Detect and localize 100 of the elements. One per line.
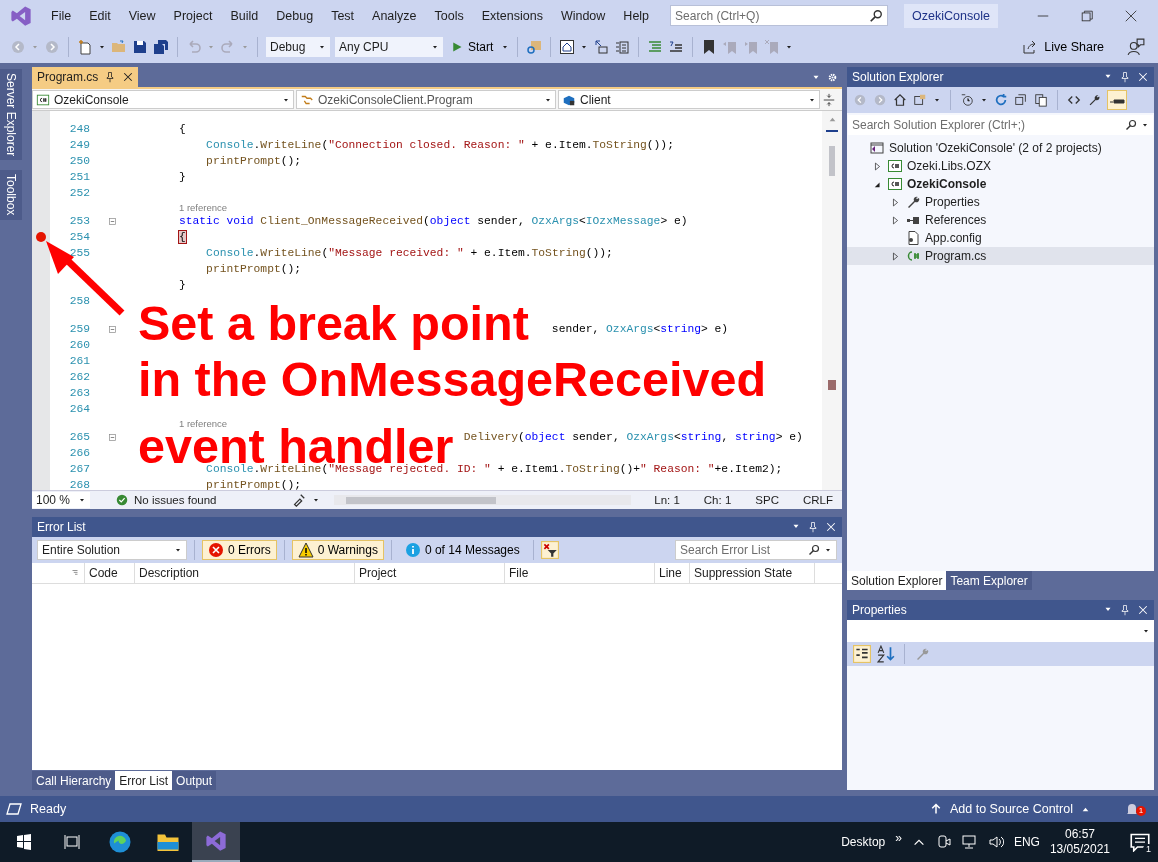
- dropdown-caret-icon[interactable]: [98, 43, 106, 51]
- solution-name[interactable]: OzekiConsole: [904, 3, 998, 28]
- tree-item[interactable]: Solution 'OzekiConsole' (2 of 2 projects): [889, 141, 1102, 155]
- column-header[interactable]: File: [509, 566, 529, 580]
- menu-item[interactable]: Help: [614, 8, 659, 23]
- menu-item[interactable]: Test: [322, 8, 364, 23]
- panel-tab[interactable]: Output: [172, 771, 217, 790]
- browser-icon[interactable]: [108, 830, 132, 854]
- filter-button[interactable]: 0 Errors: [202, 540, 277, 560]
- reference-count[interactable]: 1 reference: [179, 417, 228, 429]
- network-icon[interactable]: [961, 834, 978, 850]
- toolbar-overflow[interactable]: »: [895, 831, 902, 845]
- breakpoint-dot[interactable]: [36, 232, 46, 242]
- save-icon[interactable]: [132, 39, 148, 55]
- cleanup-icon[interactable]: [292, 493, 306, 507]
- column-header[interactable]: Project: [359, 566, 397, 580]
- dropdown-caret-icon[interactable]: [431, 43, 439, 51]
- search-field[interactable]: Search (Ctrl+Q): [671, 6, 888, 25]
- panel-tab[interactable]: Team Explorer: [946, 571, 1032, 590]
- history-icon[interactable]: [960, 93, 974, 107]
- restore-icon[interactable]: [1080, 8, 1094, 23]
- categorized-icon[interactable]: [853, 645, 871, 663]
- menu-item[interactable]: Extensions: [472, 8, 552, 23]
- dropdown-caret-icon[interactable]: [78, 496, 86, 504]
- menu-item[interactable]: Tools: [425, 8, 473, 23]
- tree-item[interactable]: OzekiConsole: [907, 177, 987, 191]
- refresh-icon[interactable]: [994, 93, 1008, 107]
- switch-views-icon[interactable]: [913, 93, 927, 107]
- project-dropdown[interactable]: OzekiConsole: [32, 90, 294, 109]
- side-tab[interactable]: Server Explorer: [0, 69, 22, 161]
- document-tab[interactable]: Program.cs: [32, 67, 139, 87]
- source-control-button[interactable]: Add to Source Control: [924, 801, 1096, 817]
- filter-button[interactable]: 0 Warnings: [291, 540, 384, 560]
- dropdown-caret-icon[interactable]: [174, 546, 182, 554]
- panel-tab[interactable]: Solution Explorer: [847, 571, 947, 590]
- sort-alphabetical-icon[interactable]: [877, 645, 895, 663]
- tree-item[interactable]: Properties: [925, 195, 980, 209]
- horizontal-scrollbar[interactable]: [334, 495, 632, 505]
- live-share-button[interactable]: Live Share: [1015, 38, 1110, 56]
- copy-icon[interactable]: [1034, 93, 1048, 107]
- collapse-icon[interactable]: [106, 215, 118, 227]
- collapse-icon[interactable]: [106, 431, 118, 443]
- column-header[interactable]: Code: [89, 566, 118, 580]
- home-icon[interactable]: [893, 93, 907, 107]
- input-language[interactable]: ENG: [1013, 835, 1040, 849]
- wrench-icon[interactable]: [1087, 93, 1101, 107]
- tree-item[interactable]: References: [925, 213, 987, 227]
- object-dropdown-icon[interactable]: [1142, 627, 1150, 635]
- home-icon[interactable]: [559, 39, 576, 55]
- configuration-dropdown[interactable]: Debug: [266, 37, 330, 57]
- panel-tab[interactable]: Error List: [115, 771, 173, 790]
- collapse-icon[interactable]: [106, 323, 118, 335]
- dropdown-caret-icon[interactable]: [580, 43, 589, 51]
- visual-studio-icon[interactable]: [205, 830, 227, 852]
- side-tab[interactable]: Toolbox: [0, 170, 22, 220]
- tree-item[interactable]: Program.cs: [925, 249, 987, 263]
- panel-tab[interactable]: Call Hierarchy: [32, 771, 116, 790]
- find-icon[interactable]: [526, 39, 543, 55]
- dropdown-caret-icon[interactable]: [933, 96, 941, 104]
- comment-lines-icon[interactable]: [668, 39, 685, 55]
- menu-item[interactable]: Project: [164, 8, 222, 23]
- clock-time[interactable]: 06:57: [1064, 827, 1095, 842]
- dropdown-caret-icon[interactable]: [318, 43, 326, 51]
- action-center-icon[interactable]: [1130, 832, 1150, 852]
- pin-icon[interactable]: [1119, 604, 1131, 616]
- menu-item[interactable]: Debug: [267, 8, 323, 23]
- windows-start-icon[interactable]: [16, 834, 32, 850]
- dropdown-caret-icon[interactable]: [312, 496, 320, 504]
- column-filter-icon[interactable]: [70, 568, 80, 578]
- menu-item[interactable]: View: [119, 8, 165, 23]
- preview-toggle-icon[interactable]: [1107, 90, 1127, 110]
- save-all-icon[interactable]: [153, 39, 169, 55]
- clear-filter-icon[interactable]: [540, 541, 559, 559]
- scroll-thumb[interactable]: [829, 146, 835, 176]
- code-icon[interactable]: [1067, 93, 1081, 107]
- zoom-dropdown[interactable]: 100 %: [32, 492, 90, 508]
- new-item-icon[interactable]: [77, 39, 93, 55]
- class-dropdown[interactable]: OzekiConsoleClient.Program: [296, 90, 556, 109]
- pin-icon[interactable]: [1119, 71, 1131, 83]
- collapse-all-icon[interactable]: [1014, 93, 1028, 107]
- desktop-toolbar[interactable]: Desktop: [841, 835, 886, 849]
- tree-item[interactable]: App.config: [925, 231, 982, 245]
- start-button[interactable]: Start: [448, 38, 497, 56]
- menu-item[interactable]: Edit: [80, 8, 120, 23]
- pin-icon[interactable]: [807, 521, 819, 533]
- close-icon[interactable]: [122, 71, 135, 83]
- menu-item[interactable]: Build: [221, 8, 268, 23]
- pin-icon[interactable]: [104, 71, 117, 83]
- clock-date[interactable]: 13/05/2021: [1049, 842, 1110, 857]
- dropdown-caret-icon[interactable]: [501, 43, 510, 51]
- column-header[interactable]: Suppression State: [694, 566, 793, 580]
- volume-icon[interactable]: [987, 834, 1004, 850]
- dropdown-caret-icon[interactable]: [980, 96, 988, 104]
- scrollbar[interactable]: [822, 111, 842, 490]
- column-header[interactable]: Description: [139, 566, 200, 580]
- feedback-icon[interactable]: [1127, 38, 1145, 56]
- settings-icon[interactable]: [827, 71, 838, 83]
- reference-count[interactable]: 1 reference: [179, 201, 228, 213]
- menu-item[interactable]: File: [42, 8, 81, 23]
- member-dropdown[interactable]: Client: [558, 90, 820, 109]
